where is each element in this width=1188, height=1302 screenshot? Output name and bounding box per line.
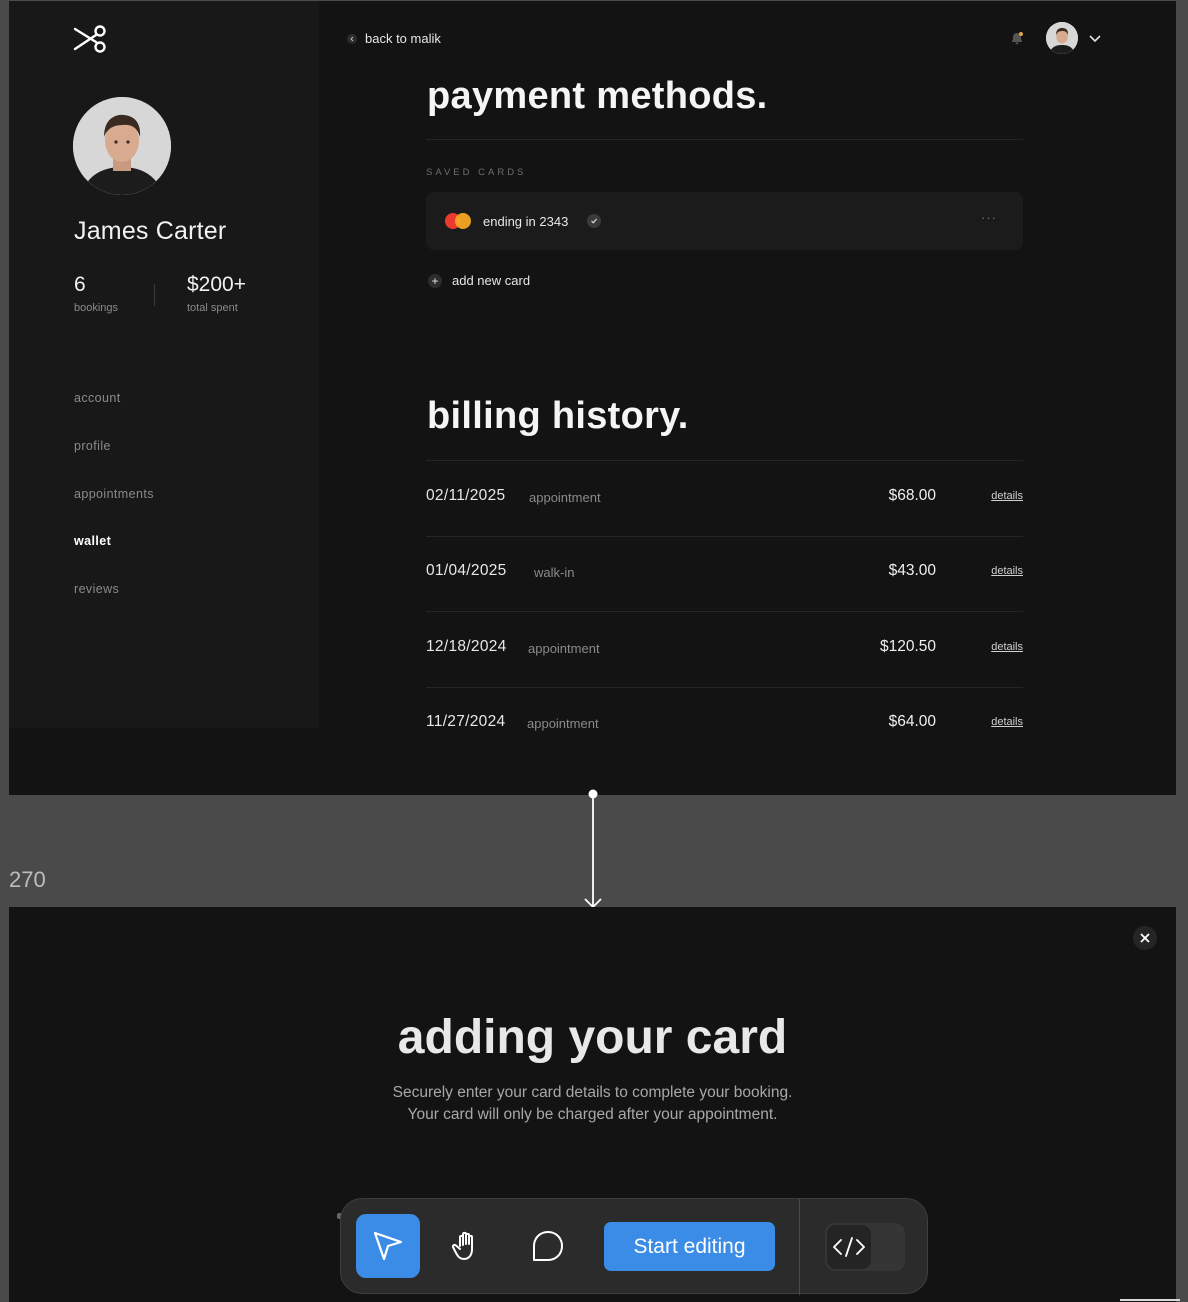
details-link[interactable]: details — [991, 490, 1023, 502]
frame-number: 270 — [9, 867, 46, 892]
billing-type: appointment — [528, 641, 600, 656]
nav-item-profile[interactable]: profile — [74, 439, 111, 453]
user-avatar[interactable] — [1046, 22, 1078, 54]
toolbar-divider — [799, 1199, 800, 1295]
billing-type: walk-in — [534, 565, 575, 580]
billing-row: 11/27/2024 appointment $64.00 details — [426, 687, 1023, 762]
card-menu-button[interactable]: ··· — [981, 210, 997, 225]
code-view-toggle[interactable] — [825, 1223, 905, 1271]
chevron-down-icon[interactable] — [1088, 32, 1102, 44]
start-editing-button[interactable]: Start editing — [604, 1222, 775, 1271]
pointer-icon — [373, 1231, 403, 1261]
stat-divider — [154, 284, 155, 306]
stat-label: total spent — [187, 302, 238, 314]
modal-subtitle: Securely enter your card details to comp… — [392, 1084, 793, 1101]
sidebar: James Carter 6 bookings $200+ total spen… — [9, 1, 319, 728]
billing-date: 02/11/2025 — [426, 487, 506, 504]
code-icon — [833, 1237, 865, 1257]
billing-type: appointment — [529, 490, 601, 505]
nav-item-reviews[interactable]: reviews — [74, 582, 119, 596]
billing-amount: $64.00 — [888, 713, 936, 730]
billing-date: 12/18/2024 — [426, 638, 507, 655]
saved-card-row[interactable]: ending in 2343 ··· — [426, 192, 1023, 250]
modal-subtitle: Your card will only be charged after you… — [407, 1106, 778, 1123]
flow-arrow-connector[interactable] — [582, 788, 604, 912]
user-name: James Carter — [74, 217, 227, 245]
scissors-logo-icon[interactable] — [73, 23, 109, 55]
saved-cards-label: SAVED CARDS — [426, 167, 527, 178]
billing-row: 01/04/2025 walk-in $43.00 details — [426, 536, 1023, 611]
billing-type: appointment — [527, 716, 599, 731]
back-link-label: back to malik — [365, 31, 441, 46]
profile-avatar — [73, 97, 171, 195]
plus-icon: + — [428, 273, 442, 288]
payment-methods-title: payment methods. — [427, 75, 768, 117]
billing-date: 01/04/2025 — [426, 562, 507, 579]
frame-edge-line — [1120, 1299, 1180, 1301]
billing-history-title: billing history. — [427, 395, 689, 437]
modal-title: adding your card — [397, 1011, 788, 1064]
billing-row: 02/11/2025 appointment $68.00 details — [426, 461, 1023, 536]
details-link[interactable]: details — [991, 716, 1023, 728]
card-label: ending in 2343 — [483, 214, 569, 229]
billing-amount: $120.50 — [879, 638, 936, 655]
billing-amount: $68.00 — [888, 487, 936, 504]
close-icon — [1140, 933, 1150, 943]
billing-row: 12/18/2024 appointment $120.50 details — [426, 612, 1023, 687]
stat-value: $200+ — [187, 273, 246, 296]
add-new-card-button[interactable]: + add new card — [428, 273, 530, 288]
comment-tool-button[interactable] — [516, 1214, 580, 1278]
stat-bookings: 6 bookings — [74, 273, 118, 314]
check-icon — [587, 214, 601, 228]
stat-total-spent: $200+ total spent — [187, 273, 246, 314]
code-toggle-knob — [827, 1225, 871, 1269]
pointer-tool-button[interactable] — [356, 1214, 420, 1278]
billing-date: 11/27/2024 — [426, 713, 506, 730]
account-wallet-frame: James Carter 6 bookings $200+ total spen… — [9, 1, 1176, 795]
bell-icon[interactable] — [1009, 30, 1025, 46]
stat-label: bookings — [74, 302, 119, 314]
chevron-left-icon — [347, 33, 357, 44]
nav-item-appointments[interactable]: appointments — [74, 487, 154, 501]
details-link[interactable]: details — [991, 565, 1023, 577]
nav-item-wallet[interactable]: wallet — [74, 534, 111, 548]
hand-icon — [451, 1231, 473, 1260]
details-link[interactable]: details — [991, 641, 1023, 653]
nav-item-account[interactable]: account — [74, 391, 121, 405]
billing-amount: $43.00 — [888, 562, 936, 579]
stat-value: 6 — [74, 273, 86, 296]
comment-icon — [533, 1231, 563, 1261]
add-new-card-label: add new card — [452, 273, 531, 288]
divider — [426, 139, 1023, 140]
back-link[interactable]: back to malik — [347, 31, 441, 46]
hand-tool-button[interactable] — [436, 1214, 500, 1278]
editor-toolbar: Start editing — [340, 1198, 928, 1295]
mastercard-icon — [445, 212, 473, 230]
close-button[interactable] — [1133, 926, 1157, 950]
